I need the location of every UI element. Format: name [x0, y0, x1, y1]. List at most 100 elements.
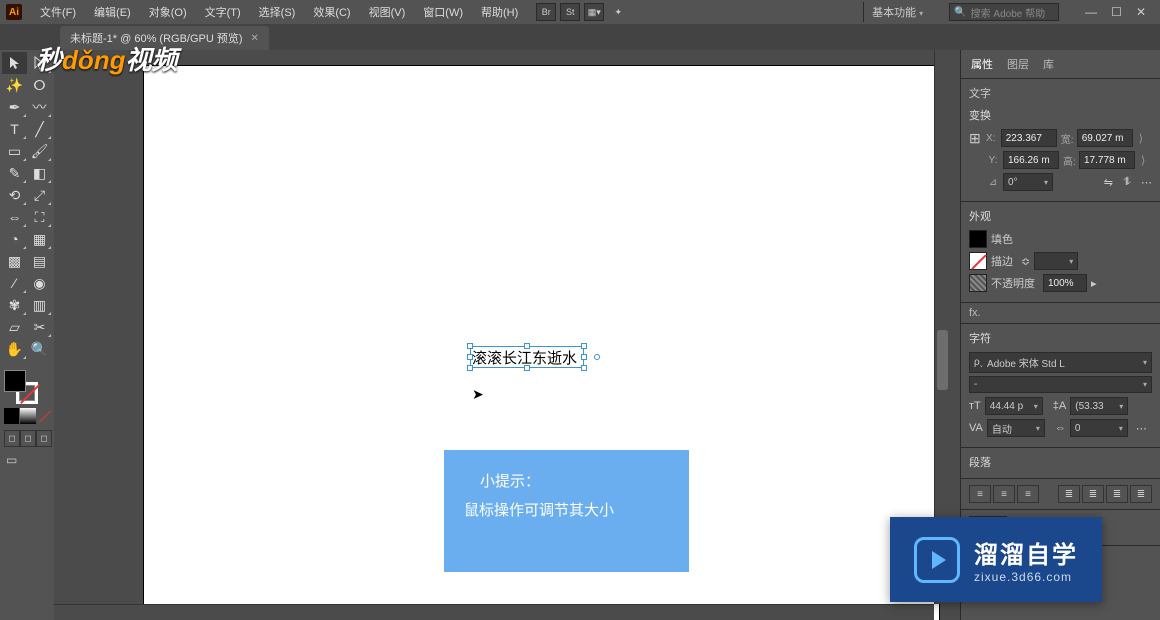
gradient-tool[interactable]: ▤ [27, 250, 52, 272]
stroke-stepper-icon[interactable]: ≎ [1021, 255, 1030, 268]
maximize-button[interactable]: ☐ [1111, 5, 1122, 19]
fill-swatch[interactable] [4, 370, 26, 392]
tab-libraries[interactable]: 库 [1043, 56, 1054, 72]
line-tool[interactable]: ╱ [27, 118, 52, 140]
arrange-docs-icon[interactable]: ▦▾ [584, 3, 604, 21]
zoom-tool[interactable]: 🔍 [27, 338, 52, 360]
free-transform-tool[interactable]: ⛶ [27, 206, 52, 228]
resize-handle[interactable] [581, 354, 587, 360]
tab-layers[interactable]: 图层 [1007, 56, 1029, 72]
paintbrush-tool[interactable]: 🖌 [27, 140, 52, 162]
x-input[interactable]: 223.367 [1001, 129, 1057, 147]
hand-tool[interactable]: ✋ [2, 338, 27, 360]
tab-properties[interactable]: 属性 [971, 56, 993, 72]
menu-edit[interactable]: 编辑(E) [94, 4, 131, 20]
text-port-handle[interactable] [594, 354, 600, 360]
chevron-down-icon: ▾ [1143, 358, 1147, 367]
mesh-tool[interactable]: ▩ [2, 250, 27, 272]
scale-tool[interactable]: ⤢ [27, 184, 52, 206]
menu-effect[interactable]: 效果(C) [313, 4, 350, 20]
symbol-sprayer-tool[interactable]: ✾ [2, 294, 27, 316]
stock-icon[interactable]: St [560, 3, 580, 21]
y-input[interactable]: 166.26 m [1003, 151, 1059, 169]
gradient-mode-icon[interactable] [20, 408, 35, 424]
minimize-button[interactable]: — [1085, 5, 1097, 19]
transform-title: 变换 [969, 107, 1152, 123]
opacity-slider-icon[interactable]: ▸ [1091, 277, 1097, 290]
artboard-tool[interactable]: ▱ [2, 316, 27, 338]
gpu-icon[interactable]: ✦ [608, 3, 628, 21]
justify-right-button[interactable]: ≣ [1106, 485, 1128, 503]
eyedropper-tool[interactable]: ⁄ [2, 272, 27, 294]
canvas-area[interactable]: 滚滚长江东逝水 ➤ 小提示： 鼠标操作可调节其大小 [54, 50, 950, 620]
link-wh-icon2[interactable]: ⟩ [1139, 154, 1147, 167]
blend-tool[interactable]: ◉ [27, 272, 52, 294]
font-style-select[interactable]: - ▾ [969, 376, 1152, 393]
perspective-grid-tool[interactable]: ▦ [27, 228, 52, 250]
w-input[interactable]: 69.027 m [1077, 129, 1133, 147]
fill-swatch[interactable] [969, 230, 987, 248]
justify-all-button[interactable]: ≣ [1130, 485, 1152, 503]
flip-h-icon[interactable]: ⇋ [1104, 176, 1113, 189]
eraser-tool[interactable]: ◧ [27, 162, 52, 184]
justify-center-button[interactable]: ≣ [1082, 485, 1104, 503]
selection-tool[interactable] [2, 52, 27, 74]
menu-window[interactable]: 窗口(W) [423, 4, 463, 20]
pen-tool[interactable]: ✒ [2, 96, 27, 118]
shaper-tool[interactable]: ✎ [2, 162, 27, 184]
help-search[interactable]: 🔍 搜索 Adobe 帮助 [949, 3, 1059, 21]
bridge-icon[interactable]: Br [536, 3, 556, 21]
reference-point-icon[interactable]: ⊞ [969, 130, 981, 147]
rotate-tool[interactable]: ⟲ [2, 184, 27, 206]
slice-tool[interactable]: ✂ [27, 316, 52, 338]
workspace-switcher[interactable]: 基本功能 ▾ [863, 2, 931, 22]
column-graph-tool[interactable]: ▥ [27, 294, 52, 316]
width-tool[interactable]: ⇔ [2, 206, 27, 228]
tracking-input[interactable]: 0▾ [1070, 419, 1128, 437]
font-family-select[interactable]: ρ˯ Adobe 宋体 Std L ▾ [969, 352, 1152, 373]
stroke-weight-input[interactable]: ▾ [1034, 252, 1078, 270]
magic-wand-tool[interactable]: ✨ [2, 74, 27, 96]
menu-select[interactable]: 选择(S) [259, 4, 296, 20]
screen-mode-icon[interactable]: ▭ [4, 453, 52, 467]
close-button[interactable]: ✕ [1136, 5, 1146, 19]
none-mode-icon[interactable] [37, 408, 52, 424]
menu-type[interactable]: 文字(T) [205, 4, 241, 20]
menu-help[interactable]: 帮助(H) [481, 4, 518, 20]
menu-object[interactable]: 对象(O) [149, 4, 187, 20]
type-tool[interactable]: T [2, 118, 27, 140]
stroke-swatch[interactable] [969, 252, 987, 270]
kerning-input[interactable]: 自动▾ [987, 419, 1045, 437]
scrollbar-thumb[interactable] [937, 330, 948, 390]
more-options-icon[interactable]: ⋯ [1141, 176, 1152, 189]
lasso-tool[interactable]: ⵔ [27, 74, 52, 96]
shape-builder-tool[interactable]: ◔ [2, 228, 27, 250]
curvature-tool[interactable]: 〰 [27, 96, 52, 118]
opacity-input[interactable]: 100% [1043, 274, 1087, 292]
more-options-icon[interactable]: ⋯ [1136, 422, 1147, 435]
draw-inside-icon[interactable]: ◻ [36, 430, 52, 447]
menu-file[interactable]: 文件(F) [40, 4, 76, 20]
flip-v-icon[interactable]: ⥮ [1123, 176, 1131, 189]
menu-view[interactable]: 视图(V) [369, 4, 406, 20]
draw-normal-icon[interactable]: ◻ [4, 430, 20, 447]
align-left-button[interactable]: ≡ [969, 485, 991, 503]
fx-row[interactable]: fx. [961, 303, 1160, 324]
tab-close-icon[interactable]: ✕ [251, 33, 259, 44]
link-wh-icon[interactable]: ⟩ [1137, 132, 1145, 145]
leading-input[interactable]: (53.33▾ [1070, 397, 1128, 415]
align-center-button[interactable]: ≡ [993, 485, 1015, 503]
fill-stroke-swatch[interactable]: ◻ ◻ ◻ ▭ [2, 370, 52, 467]
horizontal-scrollbar[interactable] [54, 604, 934, 620]
align-right-button[interactable]: ≡ [1017, 485, 1039, 503]
h-input[interactable]: 17.778 m [1079, 151, 1135, 169]
resize-handle[interactable] [581, 343, 587, 349]
selected-text-object[interactable]: 滚滚长江东逝水 [470, 346, 584, 368]
draw-behind-icon[interactable]: ◻ [20, 430, 36, 447]
rectangle-tool[interactable]: ▭ [2, 140, 27, 162]
font-size-input[interactable]: 44.44 p▾ [985, 397, 1043, 415]
color-mode-icon[interactable] [4, 408, 19, 424]
justify-left-button[interactable]: ≣ [1058, 485, 1080, 503]
resize-handle[interactable] [581, 365, 587, 371]
rotate-input[interactable]: 0°▾ [1003, 173, 1053, 191]
